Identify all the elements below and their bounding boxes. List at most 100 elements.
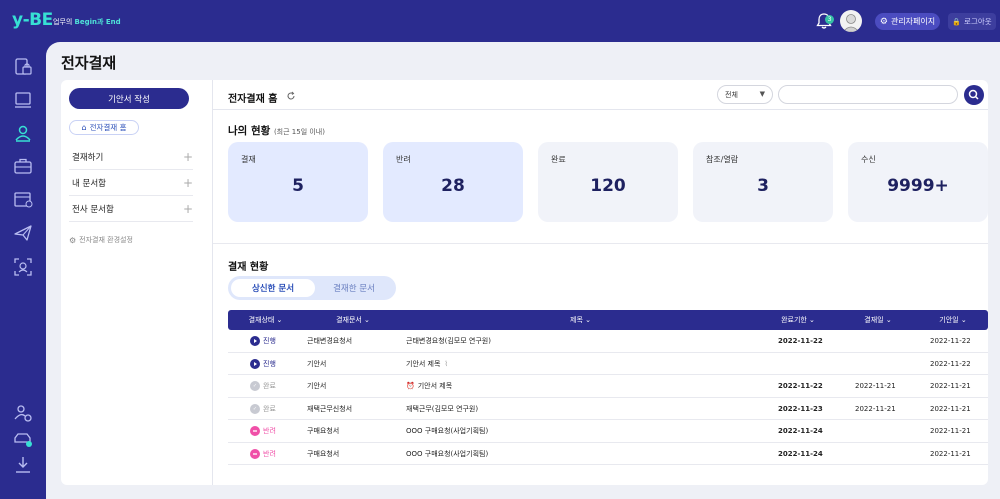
doc-type: 구매요청서 bbox=[307, 449, 340, 458]
car-icon[interactable] bbox=[12, 428, 34, 450]
notification-badge: 3 bbox=[825, 15, 834, 24]
settings-link[interactable]: ⚙ 전자결재 환경설정 bbox=[69, 235, 133, 245]
drafted-date: 2022-11-21 bbox=[930, 404, 971, 413]
table-row[interactable]: 반려 구매요청서 OOO 구매요청(사업기획팀) 2022-11-24 2022… bbox=[228, 443, 988, 465]
filter-select[interactable]: 전체 ▼ bbox=[717, 85, 773, 104]
lock-icon: 🔒 bbox=[952, 17, 962, 26]
doc-title[interactable]: OOO 구매요청(사업기획팀) bbox=[406, 443, 488, 465]
drafted-date: 2022-11-22 bbox=[930, 359, 971, 368]
plus-icon[interactable]: + bbox=[183, 150, 193, 164]
tab-approved[interactable]: 결재한 문서 bbox=[315, 279, 393, 297]
column-label: 결재일 bbox=[864, 316, 884, 324]
status-badge: 반려 bbox=[250, 420, 276, 442]
filter-value: 전체 bbox=[725, 90, 738, 99]
doc-title[interactable]: 근태변경요청(김모모 연구원) bbox=[406, 330, 491, 352]
doc-type: 기안서 bbox=[307, 359, 327, 368]
plus-icon[interactable]: + bbox=[183, 176, 193, 190]
user-icon[interactable] bbox=[12, 122, 34, 144]
status-badge: 진행 bbox=[250, 353, 276, 375]
sidebar-item-label: 내 문서함 bbox=[72, 178, 106, 189]
refresh-icon[interactable] bbox=[286, 91, 296, 101]
doc-title[interactable]: OOO 구매요청(사업기획팀) bbox=[406, 420, 488, 442]
logout-label: 로그아웃 bbox=[964, 17, 992, 26]
due-date: 2022-11-24 bbox=[778, 449, 823, 458]
doc-title[interactable]: 재택근무(김모모 연구원) bbox=[406, 398, 478, 420]
face-scan-icon[interactable] bbox=[12, 256, 34, 278]
briefcase-icon[interactable] bbox=[12, 155, 34, 177]
stat-card-rejected[interactable]: 반려 28 bbox=[383, 142, 523, 222]
sidebar-item-label: 전사 문서함 bbox=[72, 204, 114, 215]
admin-page-button[interactable]: ⚙ 관리자페이지 bbox=[875, 13, 940, 30]
doc-title-cell[interactable]: 기안서 제목 ⌇ bbox=[406, 353, 448, 375]
check-icon: ✓ bbox=[250, 381, 260, 391]
stat-label: 참조/열람 bbox=[706, 155, 739, 164]
column-header-due[interactable]: 완료기한 ⌄ bbox=[758, 310, 838, 330]
approval-status-title: 결재 현황 bbox=[228, 262, 269, 273]
plus-icon[interactable]: + bbox=[183, 202, 193, 216]
stat-label: 반려 bbox=[396, 155, 411, 164]
stat-card-reference[interactable]: 참조/열람 3 bbox=[693, 142, 833, 222]
drafted-date: 2022-11-22 bbox=[930, 337, 971, 345]
search-button[interactable] bbox=[964, 85, 984, 105]
table-row[interactable]: ✓ 완료 재택근무신청서 재택근무(김모모 연구원) 2022-11-23 202… bbox=[228, 398, 988, 420]
status-text: 진행 bbox=[263, 359, 276, 368]
check-icon: ✓ bbox=[250, 403, 260, 414]
stat-label: 수신 bbox=[861, 155, 876, 164]
admin-page-label: 관리자페이지 bbox=[890, 17, 936, 26]
stat-card-received[interactable]: 수신 9999+ bbox=[848, 142, 988, 222]
stat-card-approve[interactable]: 결재 5 bbox=[228, 142, 368, 222]
doc-title: 기안서 제목 bbox=[417, 382, 453, 390]
download-icon[interactable] bbox=[12, 454, 34, 476]
column-header-status[interactable]: 결재상태 ⌄ bbox=[228, 310, 303, 330]
status-badge: ✓ 완료 bbox=[250, 375, 276, 397]
table-row[interactable]: 진행 근태변경요청서 근태변경요청(김모모 연구원) 2022-11-22 20… bbox=[228, 330, 988, 353]
calendar-icon[interactable] bbox=[12, 188, 34, 210]
monitor-icon[interactable] bbox=[12, 89, 34, 111]
document-lock-icon[interactable] bbox=[12, 56, 34, 78]
home-icon: ⌂ bbox=[81, 123, 87, 132]
column-header-drafted-date[interactable]: 기안일 ⌄ bbox=[918, 310, 988, 330]
column-label: 결재문서 bbox=[336, 316, 362, 324]
column-label: 제목 bbox=[570, 316, 583, 324]
status-text: 진행 bbox=[263, 337, 276, 345]
sidebar-item-label: 결재하기 bbox=[72, 152, 104, 163]
approval-table: 결재상태 ⌄ 결재문서 ⌄ 제목 ⌄ 완료기한 ⌄ 결재일 ⌄ 기안일 ⌄ 진행… bbox=[228, 310, 988, 465]
app-tagline: 업무의 Begin과 End bbox=[53, 17, 121, 27]
content: 전자결재 홈 전체 ▼ 나의 현황 (최근 15일 이내) 결재 5 반려 28 bbox=[213, 80, 988, 485]
minus-icon bbox=[250, 448, 260, 459]
section-divider bbox=[213, 243, 988, 244]
sidebar: 기안서 작성 ⌂ 전자결재 홈 결재하기 + 내 문서함 + 전사 문서함 + … bbox=[61, 80, 213, 485]
my-status-title: 나의 현황 bbox=[228, 125, 271, 137]
avatar[interactable] bbox=[840, 10, 862, 32]
play-icon bbox=[250, 358, 260, 369]
app-logo[interactable]: y-BE bbox=[12, 10, 53, 30]
stat-label: 결재 bbox=[241, 155, 256, 164]
airplane-icon[interactable] bbox=[12, 222, 34, 244]
stat-label: 완료 bbox=[551, 155, 566, 164]
column-header-approved-date[interactable]: 결재일 ⌄ bbox=[838, 310, 918, 330]
column-label: 기안일 bbox=[939, 316, 959, 324]
column-header-doc-type[interactable]: 결재문서 ⌄ bbox=[303, 310, 403, 330]
sidebar-item-company-docs[interactable]: 전사 문서함 + bbox=[69, 196, 193, 222]
sidebar-item-approve[interactable]: 결재하기 + bbox=[69, 144, 193, 170]
table-row[interactable]: 반려 구매요청서 OOO 구매요청(사업기획팀) 2022-11-24 2022… bbox=[228, 420, 988, 443]
doc-type: 근태변경요청서 bbox=[307, 337, 353, 345]
table-header: 결재상태 ⌄ 결재문서 ⌄ 제목 ⌄ 완료기한 ⌄ 결재일 ⌄ 기안일 ⌄ bbox=[228, 310, 988, 330]
avatar-person-icon bbox=[842, 14, 860, 32]
stat-card-completed[interactable]: 완료 120 bbox=[538, 142, 678, 222]
table-row[interactable]: 진행 기안서 기안서 제목 ⌇ 2022-11-22 bbox=[228, 353, 988, 375]
sidebar-home-link[interactable]: ⌂ 전자결재 홈 bbox=[69, 120, 139, 135]
doc-title-cell[interactable]: ⏰ 기안서 제목 bbox=[406, 375, 452, 397]
compose-button[interactable]: 기안서 작성 bbox=[69, 88, 189, 109]
tab-submitted[interactable]: 상신한 문서 bbox=[231, 279, 315, 297]
column-header-title[interactable]: 제목 ⌄ bbox=[403, 310, 758, 330]
caret-down-icon: ▼ bbox=[759, 90, 765, 98]
approval-tabs: 상신한 문서 결재한 문서 bbox=[228, 276, 396, 300]
logout-button[interactable]: 🔒 로그아웃 bbox=[948, 13, 996, 30]
user-settings-icon[interactable] bbox=[12, 402, 34, 424]
doc-title: 기안서 제목 bbox=[406, 359, 441, 368]
doc-type: 구매요청서 bbox=[307, 427, 340, 435]
table-row[interactable]: ✓ 완료 기안서 ⏰ 기안서 제목 2022-11-22 2022-11-21 20… bbox=[228, 375, 988, 398]
search-input[interactable] bbox=[778, 85, 958, 104]
sidebar-item-my-docs[interactable]: 내 문서함 + bbox=[69, 170, 193, 196]
